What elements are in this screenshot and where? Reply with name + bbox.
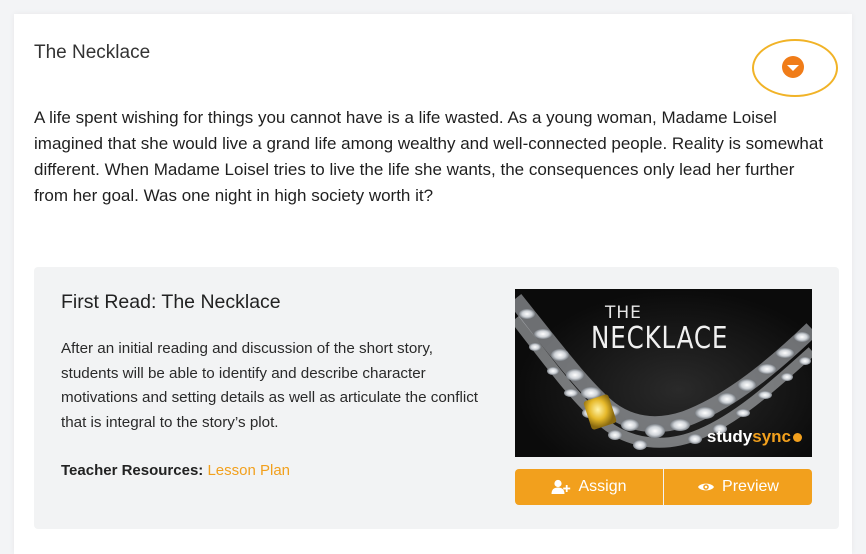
expand-toggle-button[interactable] (782, 56, 804, 78)
teacher-resources: Teacher Resources: Lesson Plan (61, 462, 290, 479)
logo-dot-icon (793, 433, 802, 442)
section-description: A life spent wishing for things you cann… (34, 108, 824, 205)
studysync-logo-sync: sync (752, 427, 791, 446)
text-card: The Necklace A life spent wishing for th… (14, 14, 852, 554)
section-title: The Necklace (34, 42, 151, 63)
assign-label: Assign (578, 478, 627, 495)
lesson-title: First Read: The Necklace (61, 291, 281, 313)
assign-button[interactable]: Assign (515, 469, 663, 505)
lesson-description: After an initial reading and discussion … (61, 340, 479, 431)
teacher-resources-label: Teacher Resources: (61, 462, 204, 479)
cover-image[interactable]: THE NECKLACE studysync (515, 289, 812, 457)
preview-label: Preview (722, 478, 779, 495)
cover-title-small: THE (605, 303, 642, 323)
preview-button[interactable]: Preview (664, 469, 812, 505)
add-user-icon (551, 479, 571, 495)
studysync-logo: studysync (707, 427, 802, 447)
lesson-panel: First Read: The Necklace After an initia… (34, 267, 839, 529)
cover-title: NECKLACE (591, 321, 729, 356)
chevron-down-icon (787, 65, 799, 71)
studysync-logo-study: study (706, 427, 753, 446)
lesson-plan-link[interactable]: Lesson Plan (207, 462, 290, 479)
eye-icon (697, 481, 715, 493)
